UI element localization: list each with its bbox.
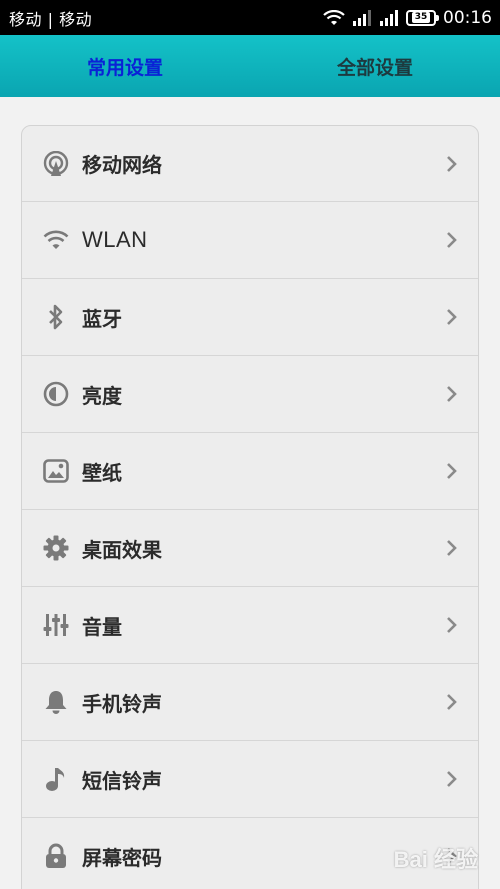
status-icons: 35 00:16 [323,8,492,28]
chevron-right-icon [447,617,457,633]
settings-item-label: 亮度 [82,383,122,408]
chevron-right-icon [447,309,457,325]
settings-item-label: 短信铃声 [82,768,162,793]
chevron-right-icon [447,694,457,710]
lock-icon [42,842,70,870]
settings-item-label: 音量 [82,614,122,639]
settings-item-label: 壁纸 [82,460,122,485]
settings-item-label: 移动网络 [82,153,162,177]
gear-icon [42,534,70,562]
settings-item-ringtone[interactable]: 手机铃声 [22,664,478,741]
tab-common-settings[interactable]: 常用设置 [0,35,250,97]
chevron-right-icon [447,463,457,479]
chevron-right-icon [447,155,457,172]
settings-item-brightness[interactable]: 亮度 [22,356,478,433]
wallpaper-icon [42,457,70,485]
status-bar: 移动 | 移动 35 00:16 [0,0,500,35]
bell-icon [42,688,70,716]
settings-item-label: 蓝牙 [82,306,122,331]
signal-strength-icon-2 [379,9,399,26]
clock: 00:16 [443,7,492,28]
chevron-right-icon [447,540,457,556]
wifi-status-icon [323,9,345,26]
settings-item-desktop-effects[interactable]: 桌面效果 [22,510,478,587]
settings-item-label: WLAN [82,227,148,252]
settings-item-mobile-network[interactable]: 移动网络 [22,126,478,202]
brightness-icon [42,380,70,408]
settings-list: 移动网络 WLAN 蓝牙 亮度 壁纸 桌面效果 音量 手机铃声 短信铃声 屏幕密… [21,125,479,889]
carrier-label: 移动 | 移动 [9,9,93,29]
settings-item-wallpaper[interactable]: 壁纸 [22,433,478,510]
volume-sliders-icon [42,611,70,639]
music-note-icon [42,765,70,793]
battery-level: 35 [411,12,431,23]
settings-item-label: 手机铃声 [82,691,162,716]
chevron-right-icon [447,386,457,402]
tab-all-settings[interactable]: 全部设置 [250,35,500,97]
settings-item-label: 屏幕密码 [82,845,162,870]
settings-item-wlan[interactable]: WLAN [22,202,478,279]
tab-bar: 常用设置 全部设置 [0,35,500,97]
settings-item-volume[interactable]: 音量 [22,587,478,664]
bluetooth-icon [42,303,70,331]
baidu-watermark: Bai 经验 [393,847,478,872]
chevron-right-icon [447,232,457,248]
chevron-right-icon [447,771,457,787]
signal-strength-icon [352,9,372,26]
settings-item-label: 桌面效果 [82,537,162,562]
settings-item-bluetooth[interactable]: 蓝牙 [22,279,478,356]
battery-icon: 35 [406,9,439,26]
settings-item-sms-tone[interactable]: 短信铃声 [22,741,478,818]
cellular-network-icon [42,150,70,178]
wifi-icon [42,226,70,254]
